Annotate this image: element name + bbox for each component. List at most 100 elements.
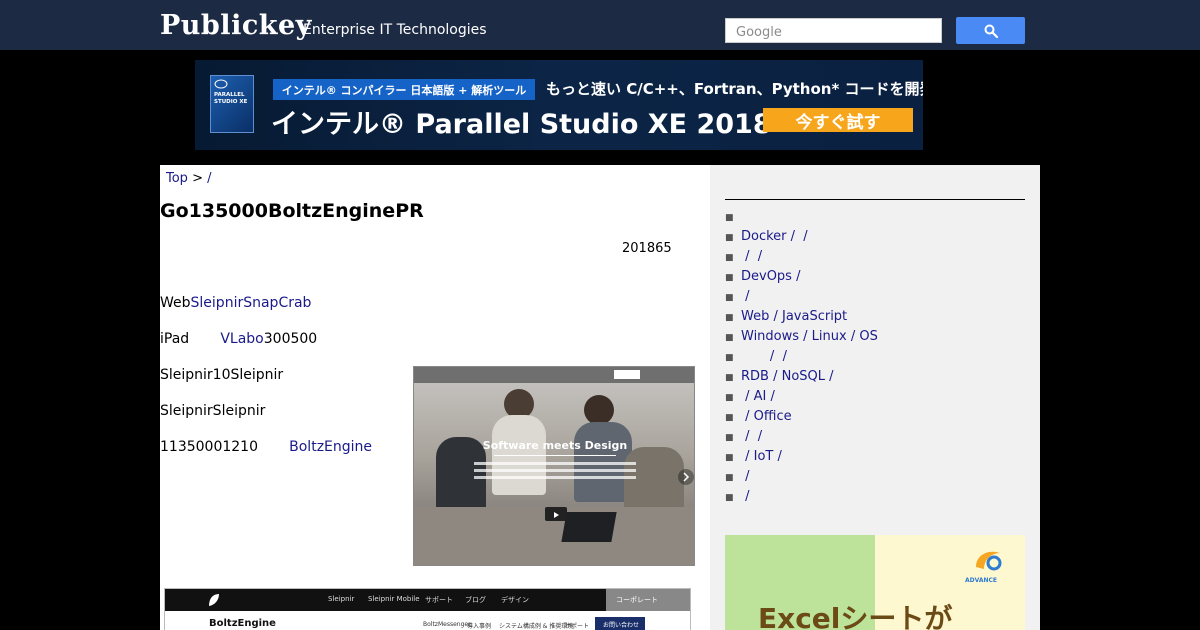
category-item[interactable]: ■ / [725, 287, 878, 307]
category-label[interactable]: Windows / Linux / OS [741, 329, 878, 344]
category-item[interactable]: ■ / [725, 467, 878, 487]
paragraph-4: SleipnirSleipnir [160, 403, 266, 419]
banner-ad[interactable]: PARALLEL STUDIO XE インテル® コンパイラー 日本語版 + 解… [195, 60, 923, 150]
screenshot-contact-button: お問い合わせ [595, 617, 645, 630]
category-label[interactable]: / Office [741, 409, 791, 424]
person-head [584, 395, 614, 425]
category-item[interactable]: ■ / AI / [725, 387, 878, 407]
ad-brand: ADVANCE [965, 577, 998, 584]
category-item[interactable]: ■ / [725, 487, 878, 507]
breadcrumb-separator: > [187, 171, 208, 186]
site-tagline: Enterprise IT Technologies [303, 22, 487, 38]
category-label[interactable]: / / [741, 249, 762, 264]
category-item[interactable]: ■ / / [725, 347, 878, 367]
search-input[interactable]: Google [725, 18, 942, 43]
paragraph-3: Sleipnir10Sleipnir [160, 367, 284, 383]
screenshot-nav-item: ブログ [465, 596, 486, 604]
product-box-art: PARALLEL STUDIO XE [210, 75, 254, 133]
category-label[interactable]: / [741, 489, 749, 504]
screenshot-subnav-item: 導入事例 [467, 623, 492, 630]
main-content: Top > / Go135000BoltzEnginePR 201865 Web… [160, 165, 710, 630]
category-label[interactable]: / IoT / [741, 449, 782, 464]
carousel-next-button[interactable] [678, 469, 694, 485]
screenshot-nav-item: Sleipnir [328, 595, 355, 603]
site-logo[interactable]: Publickey [160, 10, 312, 41]
bullet-icon: ■ [725, 293, 734, 303]
search-button[interactable] [956, 17, 1025, 44]
category-label[interactable]: DevOps / [741, 269, 800, 284]
website-screenshot[interactable]: Sleipnir Sleipnir Mobile サポート ブログ デザイン コ… [164, 588, 691, 630]
sidebar-divider [725, 199, 1025, 200]
category-item[interactable]: ■ / IoT / [725, 447, 878, 467]
bullet-icon: ■ [725, 313, 734, 323]
boltzengine-link[interactable]: BoltzEngine [289, 439, 372, 455]
vlabo-link[interactable]: VLabo [220, 331, 263, 347]
banner-cta-button[interactable]: 今すぐ試す [763, 108, 913, 133]
category-label[interactable]: RDB / NoSQL / [741, 369, 834, 384]
category-item[interactable]: ■ / / [725, 427, 878, 447]
banner-product: インテル® Parallel Studio XE 2018 [271, 109, 772, 140]
banner-tagline: もっと速い C/C++、Fortran、Python* コードを開発 [546, 80, 923, 98]
paragraph-5: 11350001210 BoltzEngine [160, 439, 372, 455]
advance-logo-icon [976, 551, 1002, 571]
bullet-icon: ■ [725, 233, 734, 243]
bullet-icon: ■ [725, 253, 734, 263]
paragraph-text: 11350001210 [160, 439, 290, 455]
category-item[interactable]: ■ Docker / / [725, 227, 878, 247]
laptop [561, 512, 617, 542]
intel-logo-icon [214, 79, 228, 89]
play-icon [554, 512, 559, 518]
screenshot-nav-item: デザイン [501, 596, 529, 604]
category-item[interactable]: ■ / / [725, 247, 878, 267]
bullet-icon: ■ [725, 333, 734, 343]
category-label[interactable]: Web / JavaScript [741, 309, 847, 324]
paragraph-text: iPad [160, 331, 221, 347]
caption-text-line [474, 462, 636, 465]
screenshot-nav-item: コーポレート [606, 589, 690, 611]
banner-pill: インテル® コンパイラー 日本語版 + 解析ツール [273, 79, 535, 100]
category-label[interactable]: Docker / / [741, 229, 808, 244]
category-item[interactable]: ■ / Office [725, 407, 878, 427]
category-item[interactable]: ■ Windows / Linux / OS [725, 327, 878, 347]
photo-caption: Software meets Design [482, 439, 628, 452]
screenshot-subnav-item: システム構成例 & 推奨環境 [499, 623, 574, 630]
category-label[interactable]: / [741, 289, 749, 304]
category-label[interactable]: / AI / [741, 389, 775, 404]
bullet-icon: ■ [725, 353, 734, 363]
sidebar-ad[interactable]: ADVANCE Excelシートが [725, 535, 1025, 630]
article-date: 201865 [622, 241, 672, 256]
category-label[interactable]: / / [741, 429, 762, 444]
site-header: Publickey Enterprise IT Technologies Goo… [0, 0, 1200, 50]
breadcrumb-top[interactable]: Top [166, 171, 188, 186]
leaf-logo-icon [209, 594, 219, 606]
category-item[interactable]: ■ RDB / NoSQL / [725, 367, 878, 387]
bullet-icon: ■ [725, 373, 734, 383]
category-item[interactable]: ■ Web / JavaScript [725, 307, 878, 327]
sleipnir-link[interactable]: SleipnirSnapCrab [191, 295, 312, 311]
sidebar: ■ ■ Docker / / ■ / / ■ DevOps / ■ / ■ Web /… [710, 165, 1040, 630]
bullet-icon: ■ [725, 213, 734, 223]
screenshot-nav-bar: Sleipnir Sleipnir Mobile サポート ブログ デザイン コ… [165, 589, 690, 611]
screenshot-subnav-item: サポート [565, 623, 590, 630]
breadcrumb-current[interactable]: / [207, 171, 211, 186]
article-photo[interactable]: Software meets Design [413, 366, 695, 566]
category-item[interactable]: ■ DevOps / [725, 267, 878, 287]
screenshot-nav-item: Sleipnir Mobile [368, 595, 420, 603]
paragraph-text: Web [160, 295, 191, 311]
paragraph-text: 300500 [263, 331, 318, 347]
caption-text-line [474, 476, 636, 479]
search-icon [984, 24, 998, 38]
caption-text-line [474, 469, 636, 472]
play-button[interactable] [545, 507, 567, 521]
ad-headline: Excelシートが [758, 602, 953, 630]
photo-nav-bar [414, 367, 694, 383]
category-label[interactable]: / [741, 469, 749, 484]
category-label[interactable]: / / [741, 349, 787, 364]
breadcrumb: Top > / [166, 171, 212, 186]
category-item[interactable]: ■ [725, 207, 878, 227]
bullet-icon: ■ [725, 273, 734, 283]
bullet-icon: ■ [725, 473, 734, 483]
bullet-icon: ■ [725, 453, 734, 463]
paragraph-2: iPad VLabo300500 [160, 331, 317, 347]
screenshot-nav-item: サポート [425, 596, 453, 604]
